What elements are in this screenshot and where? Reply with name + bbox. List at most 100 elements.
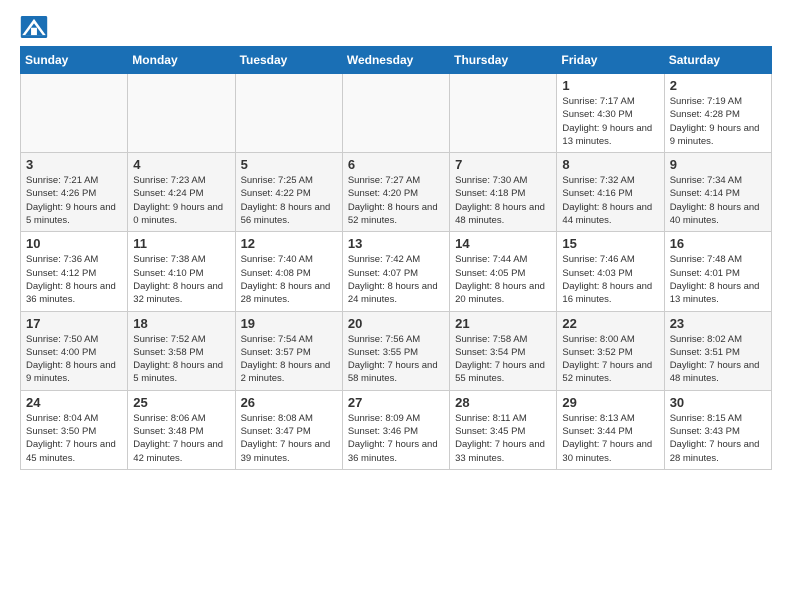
calendar-cell: 3 Sunrise: 7:21 AM Sunset: 4:26 PM Daylig… <box>21 153 128 232</box>
day-info: Sunrise: 7:19 AM Sunset: 4:28 PM Dayligh… <box>670 95 766 148</box>
day-number: 27 <box>348 395 444 410</box>
day-number: 29 <box>562 395 658 410</box>
calendar-cell: 25 Sunrise: 8:06 AM Sunset: 3:48 PM Dayli… <box>128 390 235 469</box>
day-number: 25 <box>133 395 229 410</box>
day-info: Sunrise: 8:15 AM Sunset: 3:43 PM Dayligh… <box>670 412 766 465</box>
page: SundayMondayTuesdayWednesdayThursdayFrid… <box>0 0 792 486</box>
calendar-cell: 1 Sunrise: 7:17 AM Sunset: 4:30 PM Daylig… <box>557 74 664 153</box>
day-number: 13 <box>348 236 444 251</box>
day-number: 2 <box>670 78 766 93</box>
calendar-cell <box>450 74 557 153</box>
day-info: Sunrise: 7:32 AM Sunset: 4:16 PM Dayligh… <box>562 174 658 227</box>
day-number: 28 <box>455 395 551 410</box>
weekday-tuesday: Tuesday <box>235 47 342 74</box>
day-number: 26 <box>241 395 337 410</box>
calendar-cell: 18Sunrise: 7:52 AM Sunset: 3:58 PM Dayli… <box>128 311 235 390</box>
weekday-sunday: Sunday <box>21 47 128 74</box>
day-number: 6 <box>348 157 444 172</box>
day-info: Sunrise: 8:13 AM Sunset: 3:44 PM Dayligh… <box>562 412 658 465</box>
day-info: Sunrise: 7:27 AM Sunset: 4:20 PM Dayligh… <box>348 174 444 227</box>
calendar-cell: 10Sunrise: 7:36 AM Sunset: 4:12 PM Dayli… <box>21 232 128 311</box>
day-info: Sunrise: 7:54 AM Sunset: 3:57 PM Dayligh… <box>241 333 337 386</box>
weekday-wednesday: Wednesday <box>342 47 449 74</box>
day-info: Sunrise: 7:23 AM Sunset: 4:24 PM Dayligh… <box>133 174 229 227</box>
day-number: 20 <box>348 316 444 331</box>
calendar-week-1: 3 Sunrise: 7:21 AM Sunset: 4:26 PM Daylig… <box>21 153 772 232</box>
day-number: 22 <box>562 316 658 331</box>
weekday-saturday: Saturday <box>664 47 771 74</box>
calendar-cell <box>21 74 128 153</box>
calendar-cell: 27 Sunrise: 8:09 AM Sunset: 3:46 PM Dayli… <box>342 390 449 469</box>
weekday-thursday: Thursday <box>450 47 557 74</box>
day-number: 11 <box>133 236 229 251</box>
calendar-cell: 28Sunrise: 8:11 AM Sunset: 3:45 PM Dayli… <box>450 390 557 469</box>
day-number: 4 <box>133 157 229 172</box>
day-info: Sunrise: 7:40 AM Sunset: 4:08 PM Dayligh… <box>241 253 337 306</box>
day-info: Sunrise: 7:48 AM Sunset: 4:01 PM Dayligh… <box>670 253 766 306</box>
day-info: Sunrise: 8:02 AM Sunset: 3:51 PM Dayligh… <box>670 333 766 386</box>
day-info: Sunrise: 8:04 AM Sunset: 3:50 PM Dayligh… <box>26 412 122 465</box>
day-number: 3 <box>26 157 122 172</box>
day-info: Sunrise: 7:42 AM Sunset: 4:07 PM Dayligh… <box>348 253 444 306</box>
day-number: 15 <box>562 236 658 251</box>
day-info: Sunrise: 7:21 AM Sunset: 4:26 PM Dayligh… <box>26 174 122 227</box>
calendar-cell: 6 Sunrise: 7:27 AM Sunset: 4:20 PM Daylig… <box>342 153 449 232</box>
calendar-cell: 23 Sunrise: 8:02 AM Sunset: 3:51 PM Dayli… <box>664 311 771 390</box>
calendar-cell: 15 Sunrise: 7:46 AM Sunset: 4:03 PM Dayli… <box>557 232 664 311</box>
calendar-cell: 4 Sunrise: 7:23 AM Sunset: 4:24 PM Daylig… <box>128 153 235 232</box>
weekday-header-row: SundayMondayTuesdayWednesdayThursdayFrid… <box>21 47 772 74</box>
day-number: 8 <box>562 157 658 172</box>
logo-icon <box>20 16 48 38</box>
day-number: 18 <box>133 316 229 331</box>
weekday-friday: Friday <box>557 47 664 74</box>
day-number: 30 <box>670 395 766 410</box>
header <box>20 16 772 38</box>
calendar-week-2: 10Sunrise: 7:36 AM Sunset: 4:12 PM Dayli… <box>21 232 772 311</box>
calendar-body: 1 Sunrise: 7:17 AM Sunset: 4:30 PM Daylig… <box>21 74 772 470</box>
calendar-cell <box>235 74 342 153</box>
calendar-cell: 7 Sunrise: 7:30 AM Sunset: 4:18 PM Daylig… <box>450 153 557 232</box>
calendar-cell: 20 Sunrise: 7:56 AM Sunset: 3:55 PM Dayli… <box>342 311 449 390</box>
day-number: 16 <box>670 236 766 251</box>
calendar-cell: 17 Sunrise: 7:50 AM Sunset: 4:00 PM Dayli… <box>21 311 128 390</box>
day-info: Sunrise: 7:50 AM Sunset: 4:00 PM Dayligh… <box>26 333 122 386</box>
day-number: 7 <box>455 157 551 172</box>
day-number: 23 <box>670 316 766 331</box>
day-info: Sunrise: 8:09 AM Sunset: 3:46 PM Dayligh… <box>348 412 444 465</box>
day-info: Sunrise: 7:25 AM Sunset: 4:22 PM Dayligh… <box>241 174 337 227</box>
day-number: 12 <box>241 236 337 251</box>
day-info: Sunrise: 7:30 AM Sunset: 4:18 PM Dayligh… <box>455 174 551 227</box>
calendar-cell <box>128 74 235 153</box>
calendar-cell: 30 Sunrise: 8:15 AM Sunset: 3:43 PM Dayli… <box>664 390 771 469</box>
day-info: Sunrise: 8:06 AM Sunset: 3:48 PM Dayligh… <box>133 412 229 465</box>
calendar-cell: 11 Sunrise: 7:38 AM Sunset: 4:10 PM Dayli… <box>128 232 235 311</box>
calendar-cell: 26Sunrise: 8:08 AM Sunset: 3:47 PM Dayli… <box>235 390 342 469</box>
day-info: Sunrise: 7:36 AM Sunset: 4:12 PM Dayligh… <box>26 253 122 306</box>
calendar-week-3: 17 Sunrise: 7:50 AM Sunset: 4:00 PM Dayli… <box>21 311 772 390</box>
day-info: Sunrise: 7:17 AM Sunset: 4:30 PM Dayligh… <box>562 95 658 148</box>
calendar-cell <box>342 74 449 153</box>
calendar-cell: 13 Sunrise: 7:42 AM Sunset: 4:07 PM Dayli… <box>342 232 449 311</box>
calendar-cell: 24Sunrise: 8:04 AM Sunset: 3:50 PM Dayli… <box>21 390 128 469</box>
day-info: Sunrise: 7:34 AM Sunset: 4:14 PM Dayligh… <box>670 174 766 227</box>
day-number: 14 <box>455 236 551 251</box>
calendar-cell: 12 Sunrise: 7:40 AM Sunset: 4:08 PM Dayli… <box>235 232 342 311</box>
day-number: 9 <box>670 157 766 172</box>
logo <box>20 16 52 38</box>
calendar-cell: 8 Sunrise: 7:32 AM Sunset: 4:16 PM Daylig… <box>557 153 664 232</box>
day-number: 1 <box>562 78 658 93</box>
calendar-week-0: 1 Sunrise: 7:17 AM Sunset: 4:30 PM Daylig… <box>21 74 772 153</box>
day-number: 19 <box>241 316 337 331</box>
calendar-cell: 22Sunrise: 8:00 AM Sunset: 3:52 PM Dayli… <box>557 311 664 390</box>
day-number: 17 <box>26 316 122 331</box>
weekday-monday: Monday <box>128 47 235 74</box>
day-number: 21 <box>455 316 551 331</box>
day-info: Sunrise: 7:56 AM Sunset: 3:55 PM Dayligh… <box>348 333 444 386</box>
day-number: 5 <box>241 157 337 172</box>
calendar-cell: 9 Sunrise: 7:34 AM Sunset: 4:14 PM Daylig… <box>664 153 771 232</box>
day-info: Sunrise: 7:38 AM Sunset: 4:10 PM Dayligh… <box>133 253 229 306</box>
calendar-cell: 19 Sunrise: 7:54 AM Sunset: 3:57 PM Dayli… <box>235 311 342 390</box>
day-info: Sunrise: 7:46 AM Sunset: 4:03 PM Dayligh… <box>562 253 658 306</box>
calendar-cell: 16 Sunrise: 7:48 AM Sunset: 4:01 PM Dayli… <box>664 232 771 311</box>
calendar-cell: 29 Sunrise: 8:13 AM Sunset: 3:44 PM Dayli… <box>557 390 664 469</box>
